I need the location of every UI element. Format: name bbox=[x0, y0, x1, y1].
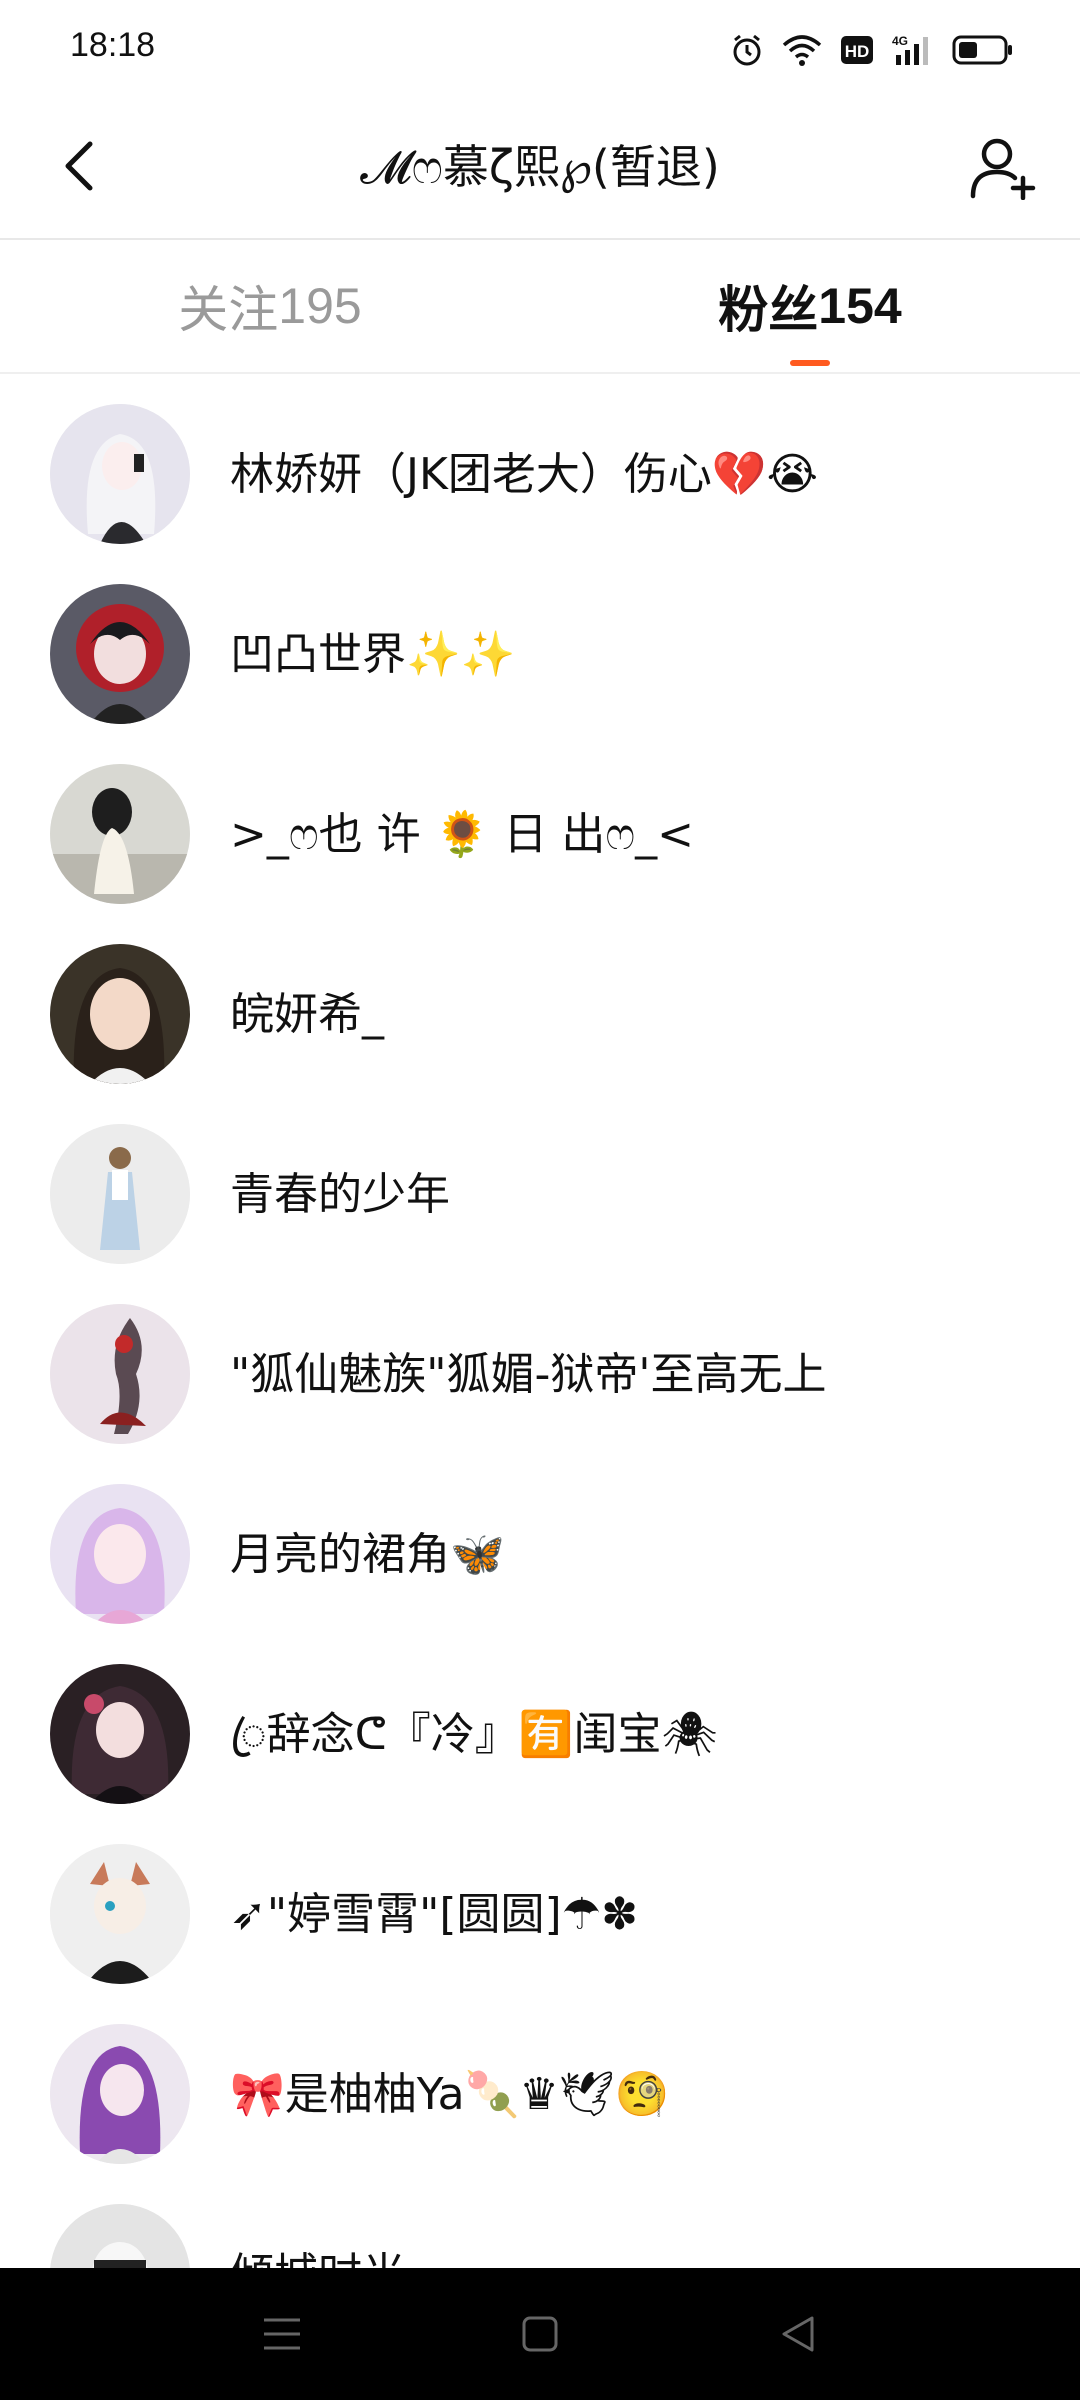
tab-following-count: 195 bbox=[278, 278, 362, 334]
home-square-icon bbox=[522, 2316, 558, 2352]
home-button[interactable] bbox=[510, 2304, 570, 2364]
fan-list: 林娇妍（JK团老大）伤心💔😭 凹凸世界✨✨ >_ෆ也 许 🌻 日 出ෆ_< 皖妍… bbox=[0, 374, 1080, 2268]
recent-apps-button[interactable] bbox=[252, 2304, 312, 2364]
fan-name: 皖妍希_ bbox=[230, 989, 384, 1040]
list-item[interactable]: 月亮的裙角🦋 bbox=[0, 1454, 1080, 1634]
fan-name: ➶"婷雪霄"[圆圆]☂✽ bbox=[230, 1889, 638, 1940]
fan-name: ꦿ辞念ᕦ『冷』🈶闺宝🕷 bbox=[230, 1709, 718, 1760]
back-triangle-icon bbox=[782, 2316, 814, 2352]
fan-name: 林娇妍（JK团老大）伤心💔😭 bbox=[230, 449, 819, 500]
tab-followers-count: 154 bbox=[818, 278, 902, 334]
system-back-button[interactable] bbox=[768, 2304, 828, 2364]
active-tab-indicator bbox=[790, 360, 830, 366]
fan-name: 月亮的裙角🦋 bbox=[230, 1529, 505, 1580]
hd-icon: HD bbox=[840, 33, 874, 67]
fan-name: 倾城时光 bbox=[230, 2240, 1040, 2268]
header-bar: 𝓜ෆ慕ζ熙℘(暂退) bbox=[0, 96, 1080, 240]
system-nav-bar bbox=[0, 2268, 1080, 2400]
wifi-icon bbox=[782, 33, 822, 67]
menu-icon bbox=[264, 2318, 300, 2350]
fan-name: 凹凸世界✨✨ bbox=[230, 629, 516, 680]
status-icons: HD 4G bbox=[730, 28, 1014, 72]
fan-name: 青春的少年 bbox=[230, 1169, 450, 1220]
back-button[interactable] bbox=[40, 126, 120, 206]
avatar[interactable] bbox=[50, 404, 190, 544]
avatar[interactable] bbox=[50, 1664, 190, 1804]
signal-4g-icon: 4G bbox=[892, 33, 934, 67]
tab-followers[interactable]: 粉丝 154 bbox=[540, 240, 1080, 372]
avatar[interactable] bbox=[50, 1484, 190, 1624]
list-item[interactable]: 凹凸世界✨✨ bbox=[0, 554, 1080, 734]
tab-bar: 关注 195 粉丝 154 bbox=[0, 240, 1080, 374]
list-item[interactable]: 倾城时光 bbox=[0, 2174, 1080, 2268]
chevron-left-icon bbox=[65, 141, 93, 191]
avatar[interactable] bbox=[50, 764, 190, 904]
list-item[interactable]: ➶"婷雪霄"[圆圆]☂✽ bbox=[0, 1814, 1080, 1994]
avatar[interactable] bbox=[50, 1304, 190, 1444]
hd-label: HD bbox=[845, 42, 870, 61]
fan-name: "狐仙魅族"狐媚-狱帝'至高无上 bbox=[230, 1349, 827, 1400]
status-bar: 18:18 HD 4G bbox=[0, 0, 1080, 96]
avatar[interactable] bbox=[50, 1124, 190, 1264]
status-time: 18:18 bbox=[70, 26, 156, 64]
add-user-button[interactable] bbox=[964, 128, 1044, 208]
avatar[interactable] bbox=[50, 1844, 190, 1984]
list-item[interactable]: 皖妍希_ bbox=[0, 914, 1080, 1094]
battery-icon bbox=[952, 33, 1014, 67]
fan-name: >_ෆ也 许 🌻 日 出ෆ_< bbox=[230, 809, 695, 860]
page-title: 𝓜ෆ慕ζ熙℘(暂退) bbox=[360, 140, 720, 194]
fan-name: 🎀是柚柚Ya🍡♛🕊🧐 bbox=[230, 2069, 670, 2120]
tab-following[interactable]: 关注 195 bbox=[0, 240, 540, 372]
avatar[interactable] bbox=[50, 2204, 190, 2268]
alarm-icon bbox=[730, 33, 764, 67]
list-item[interactable]: "狐仙魅族"狐媚-狱帝'至高无上 bbox=[0, 1274, 1080, 1454]
list-item[interactable]: 🎀是柚柚Ya🍡♛🕊🧐 bbox=[0, 1994, 1080, 2174]
list-item[interactable]: >_ෆ也 许 🌻 日 出ෆ_< bbox=[0, 734, 1080, 914]
avatar[interactable] bbox=[50, 944, 190, 1084]
avatar[interactable] bbox=[50, 584, 190, 724]
add-user-icon bbox=[970, 138, 1036, 200]
network-label: 4G bbox=[892, 34, 908, 48]
list-item[interactable]: ꦿ辞念ᕦ『冷』🈶闺宝🕷 bbox=[0, 1634, 1080, 1814]
list-item[interactable]: 青春的少年 bbox=[0, 1094, 1080, 1274]
list-item[interactable]: 林娇妍（JK团老大）伤心💔😭 bbox=[0, 374, 1080, 554]
avatar[interactable] bbox=[50, 2024, 190, 2164]
tab-following-label: 关注 bbox=[178, 281, 279, 339]
tab-followers-label: 粉丝 bbox=[718, 281, 819, 339]
app-root: 18:18 HD 4G 𝓜ෆ慕ζ熙℘(暂退) 关注 195 粉丝 154 林娇妍… bbox=[0, 0, 1080, 2400]
